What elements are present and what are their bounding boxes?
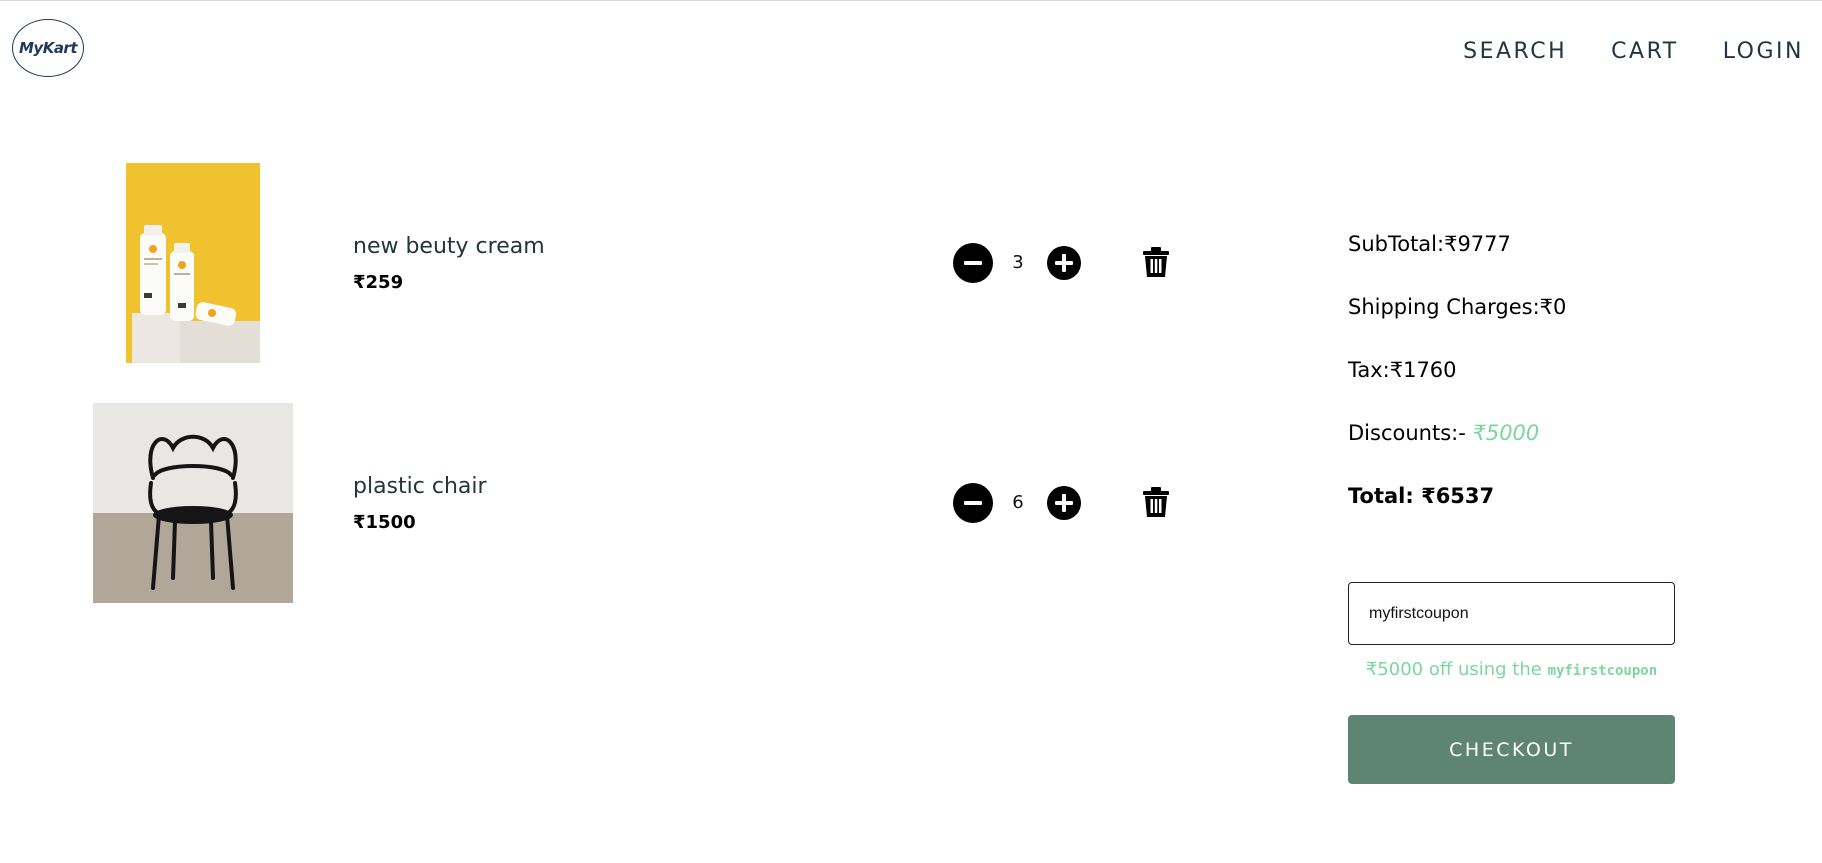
decrease-quantity-button[interactable] bbox=[953, 243, 993, 283]
increase-quantity-button[interactable] bbox=[1047, 246, 1081, 280]
discount-label: Discounts:- bbox=[1348, 421, 1473, 445]
quantity-value: 6 bbox=[1012, 492, 1024, 513]
tax-text: Tax:₹1760 bbox=[1348, 358, 1457, 382]
logo-text: MyKart bbox=[18, 39, 78, 57]
quantity-value: 3 bbox=[1012, 252, 1024, 273]
trash-icon[interactable] bbox=[1143, 487, 1169, 517]
mykart-logo[interactable]: MyKart bbox=[12, 19, 84, 77]
subtotal-text: SubTotal:₹9777 bbox=[1348, 232, 1511, 256]
item-name: plastic chair bbox=[353, 474, 487, 499]
main-nav: SEARCH CART LOGIN bbox=[1463, 39, 1804, 64]
cart-item: plastic chair ₹1500 6 bbox=[0, 393, 1300, 603]
chair-photo bbox=[93, 403, 293, 603]
coupon-input[interactable] bbox=[1348, 582, 1675, 645]
item-price: ₹259 bbox=[353, 272, 404, 293]
decrease-quantity-button[interactable] bbox=[953, 483, 993, 523]
shipping-text: Shipping Charges:₹0 bbox=[1348, 295, 1567, 319]
top-header: MyKart SEARCH CART LOGIN bbox=[0, 1, 1822, 101]
product-image-cream[interactable] bbox=[126, 163, 260, 363]
checkout-button[interactable]: CHECKOUT bbox=[1348, 715, 1675, 784]
coupon-code: myfirstcoupon bbox=[1547, 663, 1658, 679]
coupon-message-text: ₹5000 off using the bbox=[1365, 659, 1548, 680]
nav-cart-link[interactable]: CART bbox=[1611, 39, 1679, 64]
product-image-chair[interactable] bbox=[93, 403, 293, 603]
nav-search-link[interactable]: SEARCH bbox=[1463, 39, 1567, 64]
increase-quantity-button[interactable] bbox=[1047, 486, 1081, 520]
nav-login-link[interactable]: LOGIN bbox=[1723, 39, 1804, 64]
item-price: ₹1500 bbox=[353, 512, 416, 533]
cart-item: new beuty cream ₹259 3 bbox=[0, 151, 1300, 363]
total-text: Total: ₹6537 bbox=[1348, 484, 1495, 508]
cream-photo bbox=[126, 163, 260, 363]
item-name: new beuty cream bbox=[353, 234, 545, 259]
discount-line: Discounts:- ₹5000 bbox=[1348, 421, 1539, 445]
trash-icon[interactable] bbox=[1143, 247, 1169, 277]
discount-value: ₹5000 bbox=[1472, 421, 1540, 445]
coupon-message: ₹5000 off using the myfirstcoupon bbox=[1348, 659, 1675, 680]
